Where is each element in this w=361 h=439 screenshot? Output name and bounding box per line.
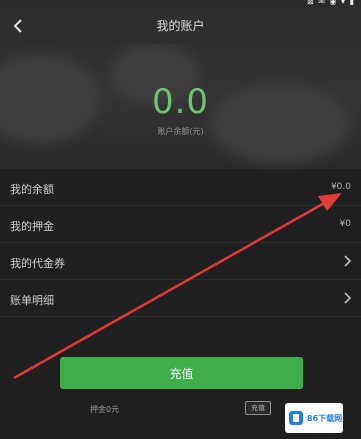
chevron-right-icon	[344, 292, 352, 304]
status-icons: ⊠ ✉ ◉ ▾ ▮	[307, 0, 355, 6]
row-my-balance[interactable]: 我的余额 ¥0.0	[0, 169, 361, 206]
watermark-text: 86下载网	[307, 413, 343, 423]
title-bar: 我的账户	[0, 8, 361, 44]
account-menu: 我的余额 ¥0.0 我的押金 ¥0 我的代金券 账单明细	[0, 169, 361, 317]
deposit-note: 押金0元	[90, 405, 120, 414]
row-label: 我的押金	[10, 220, 54, 233]
balance-hero: 0.0 账户余额(元)	[0, 44, 361, 169]
site-watermark: 86下载网	[285, 403, 343, 433]
balance-label: 账户余额(元)	[157, 127, 204, 136]
recharge-button[interactable]: 充值	[60, 357, 303, 389]
deposit-action-tag[interactable]: 充值	[245, 401, 271, 415]
row-label: 我的余额	[10, 183, 54, 196]
row-value: ¥0.0	[330, 182, 351, 192]
status-bar: ⊠ ✉ ◉ ▾ ▮	[0, 0, 361, 8]
row-label: 账单明细	[10, 294, 54, 307]
balance-amount: 0.0	[151, 82, 210, 122]
row-label: 我的代金券	[10, 257, 65, 270]
watermark-logo-icon	[289, 411, 303, 425]
row-my-coupons[interactable]: 我的代金券	[0, 243, 361, 280]
row-my-deposit[interactable]: 我的押金 ¥0	[0, 206, 361, 243]
chevron-right-icon	[344, 255, 352, 267]
row-bill-details[interactable]: 账单明细	[0, 280, 361, 317]
page-title: 我的账户	[156, 19, 205, 33]
row-value: ¥0	[339, 219, 351, 229]
